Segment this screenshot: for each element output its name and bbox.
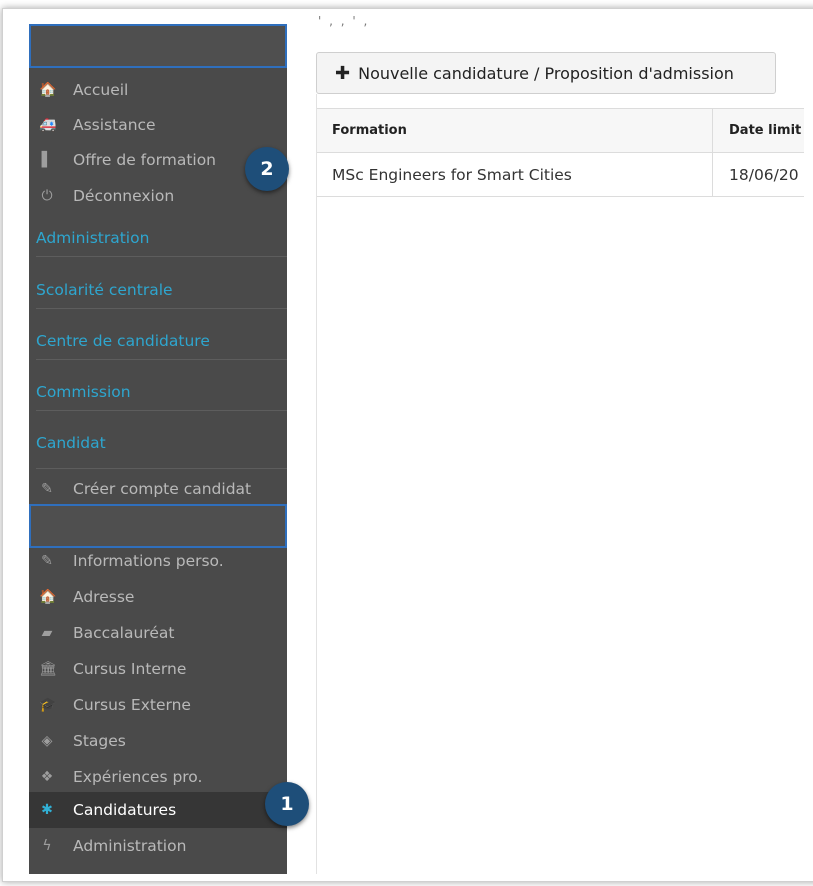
cropped-header-text: ' , , ' , — [318, 14, 370, 28]
nav-label: Accueil — [73, 81, 129, 99]
nav-item-deconnexion[interactable]: ⏻ Déconnexion — [29, 178, 287, 214]
nav-item-cursus-externe[interactable]: 🎓 Cursus Externe — [29, 687, 287, 723]
nav-label: Déconnexion — [73, 187, 175, 205]
nav-item-accueil[interactable]: 🏠 Accueil — [29, 72, 287, 108]
nav-label: Créer compte candidat — [73, 480, 252, 498]
nav-label: Adresse — [73, 588, 135, 606]
section-label: Centre de candidature — [36, 332, 210, 350]
nav-item-baccalaureat[interactable]: ▰ Baccalauréat — [29, 615, 287, 651]
graduation-cap-icon: 🎓 — [39, 697, 57, 713]
step-badge-2: 2 — [245, 147, 289, 191]
nav-item-creer-compte-candidat[interactable]: ✎ Créer compte candidat — [29, 471, 287, 507]
highlighted-empty-slot-top — [29, 24, 287, 68]
cube-icon: ◈ — [41, 733, 53, 749]
section-candidat[interactable]: Candidat — [36, 425, 287, 461]
nav-label: Informations perso. — [73, 552, 224, 570]
book-icon: ▰ — [41, 625, 53, 641]
nav-label: Offre de formation — [73, 151, 217, 169]
table-header-row: Formation Date limit — [316, 109, 804, 153]
asterisk-icon: ✱ — [41, 802, 53, 818]
section-label: Scolarité centrale — [36, 281, 173, 299]
section-centre-de-candidature[interactable]: Centre de candidature — [36, 323, 287, 360]
nav-item-stages[interactable]: ◈ Stages — [29, 723, 287, 759]
nav-label: Assistance — [73, 116, 156, 134]
nav-label: Cursus Interne — [73, 660, 187, 678]
nav-item-experiences-pro[interactable]: ❖ Expériences pro. — [29, 759, 287, 795]
applications-table: Formation Date limit MSc Engineers for S… — [316, 108, 804, 197]
nav-item-candidatures[interactable]: ✱ Candidatures — [29, 792, 287, 828]
section-scolarite-centrale[interactable]: Scolarité centrale — [36, 272, 287, 309]
nav-item-adresse[interactable]: 🏠 Adresse — [29, 579, 287, 615]
bolt-icon: ϟ — [42, 838, 52, 854]
nav-label: Expériences pro. — [73, 768, 203, 786]
nav-label: Cursus Externe — [73, 696, 191, 714]
nav-item-administration[interactable]: ϟ Administration — [29, 828, 287, 864]
section-administration[interactable]: Administration — [36, 220, 287, 257]
content-left-border — [316, 94, 317, 874]
section-label: Administration — [36, 229, 150, 247]
table-row[interactable]: MSc Engineers for Smart Cities 18/06/20 — [316, 153, 804, 197]
bookmark-icon: ▌ — [41, 152, 53, 168]
power-icon: ⏻ — [41, 188, 53, 204]
cell-date-limit: 18/06/20 — [729, 165, 799, 184]
home-icon: 🏠 — [39, 589, 57, 605]
nav-label: Stages — [73, 732, 126, 750]
nav-item-informations-perso[interactable]: ✎ Informations perso. — [29, 543, 287, 579]
cubes-icon: ❖ — [40, 769, 54, 785]
nav-item-assistance[interactable]: 🚑 Assistance — [29, 107, 287, 143]
column-header-formation[interactable]: Formation — [316, 109, 713, 152]
pencil-icon: ✎ — [41, 553, 53, 569]
support-icon: 🚑 — [39, 117, 57, 133]
sidebar: 🏠 Accueil 🚑 Assistance ▌ Offre de format… — [29, 24, 287, 874]
new-application-button[interactable]: ✚ Nouvelle candidature / Proposition d'a… — [316, 52, 776, 94]
pencil-icon: ✎ — [41, 481, 53, 497]
section-commission[interactable]: Commission — [36, 374, 287, 411]
institution-icon: 🏛 — [39, 661, 57, 677]
nav-label: Administration — [73, 837, 187, 855]
nav-item-cursus-interne[interactable]: 🏛 Cursus Interne — [29, 651, 287, 687]
nav-label: Baccalauréat — [73, 624, 175, 642]
section-label: Candidat — [36, 434, 106, 452]
cell-formation: MSc Engineers for Smart Cities — [316, 153, 713, 196]
section-divider — [36, 468, 287, 469]
nav-label: Candidatures — [73, 801, 177, 819]
step-badge-1: 1 — [265, 782, 309, 826]
column-header-date-limit[interactable]: Date limit — [713, 109, 804, 152]
new-application-label: Nouvelle candidature / Proposition d'adm… — [358, 63, 734, 83]
section-label: Commission — [36, 383, 131, 401]
home-icon: 🏠 — [39, 82, 57, 98]
plus-icon: ✚ — [335, 62, 351, 84]
highlighted-empty-slot-candidate — [29, 504, 287, 548]
